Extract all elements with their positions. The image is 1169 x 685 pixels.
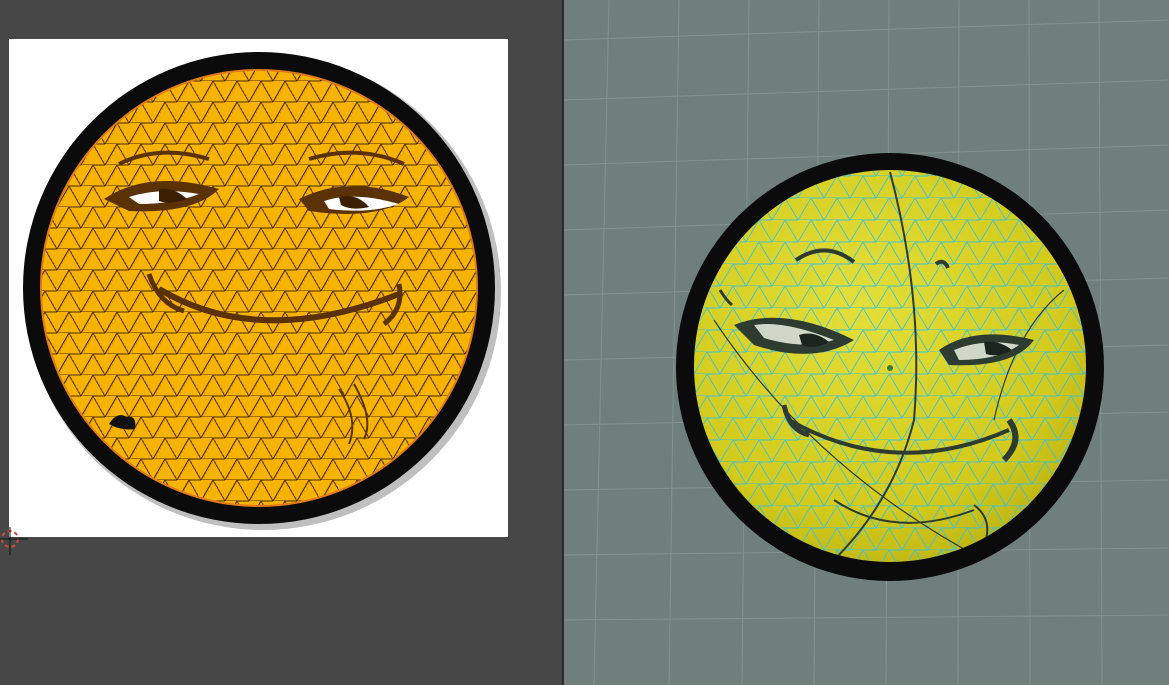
3d-viewport[interactable] bbox=[564, 0, 1169, 685]
uv-image-canvas[interactable] bbox=[9, 39, 508, 537]
2d-cursor-icon[interactable] bbox=[0, 525, 30, 555]
uv-editor-panel[interactable] bbox=[0, 0, 562, 685]
object-origin bbox=[887, 365, 893, 371]
